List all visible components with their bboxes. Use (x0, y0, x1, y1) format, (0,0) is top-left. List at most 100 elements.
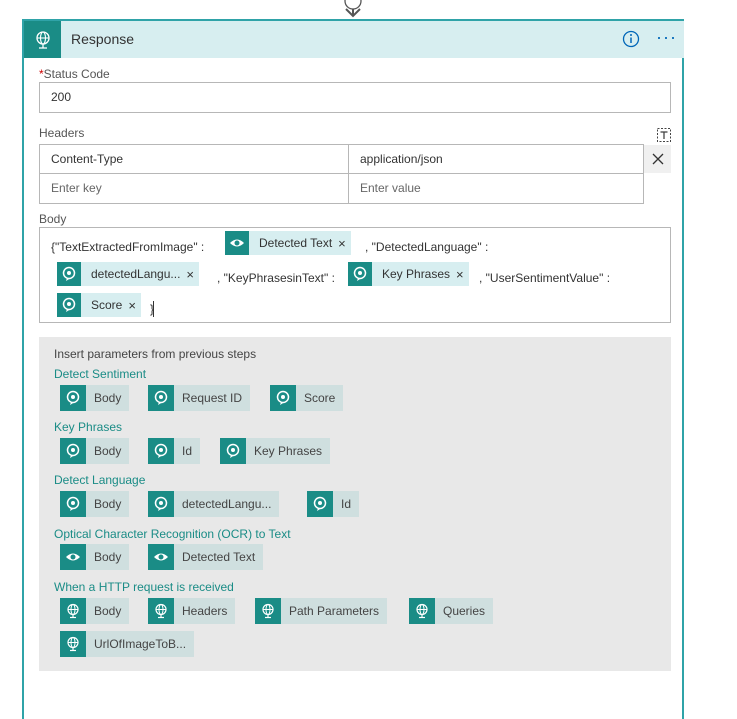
speech-analysis-icon (220, 438, 246, 464)
switch-to-text-mode-icon[interactable] (654, 125, 674, 145)
token-score[interactable]: Score × (57, 293, 141, 317)
speech-analysis-icon (60, 438, 86, 464)
chip-label: Queries (443, 604, 486, 618)
body-text-segment: , "KeyPhrasesinText" : (217, 271, 335, 285)
group-title-key-phrases: Key Phrases (54, 420, 123, 434)
body-label: Body (39, 212, 67, 226)
chip-label: Request ID (182, 391, 243, 405)
header-key-placeholder: Enter key (51, 181, 102, 195)
status-code-input[interactable]: 200 (39, 82, 671, 113)
globe-request-icon (409, 598, 435, 624)
ellipsis-icon[interactable]: ··· (656, 27, 677, 47)
group-title-ocr-to-text: Optical Character Recognition (OCR) to T… (54, 527, 291, 541)
token-label: Key Phrases (382, 267, 451, 281)
token-remove-close-icon[interactable]: × (186, 267, 199, 282)
token-key-phrases[interactable]: Key Phrases × (348, 262, 469, 286)
param-chip-body[interactable]: Body (60, 544, 130, 570)
param-chip-detected-language[interactable]: detectedLangu... (148, 491, 280, 517)
eye-icon (225, 231, 249, 255)
header-value-placeholder: Enter value (360, 181, 421, 195)
param-chip-path-parameters[interactable]: Path Parameters (255, 598, 388, 624)
param-chip-body[interactable]: Body (60, 598, 130, 624)
speech-analysis-icon (60, 491, 86, 517)
token-label: detectedLangu... (91, 267, 181, 281)
status-code-value: 200 (51, 90, 72, 104)
param-chip-id[interactable]: Id (307, 491, 360, 517)
speech-analysis-icon (60, 385, 86, 411)
param-chip-body[interactable]: Body (60, 385, 130, 411)
globe-request-icon (60, 598, 86, 624)
header-value-value: application/json (360, 152, 443, 166)
chip-label: detectedLangu... (182, 497, 272, 511)
chip-label: Detected Text (182, 550, 256, 564)
chip-label: Headers (182, 604, 228, 618)
speech-analysis-icon (307, 491, 333, 517)
panel-title: Insert parameters from previous steps (54, 347, 257, 361)
chip-label: Body (94, 604, 122, 618)
group-title-detect-language: Detect Language (54, 473, 146, 487)
param-chip-detected-text[interactable]: Detected Text (148, 544, 264, 570)
text-cursor (153, 301, 154, 317)
speech-analysis-icon (148, 438, 174, 464)
param-chip-score[interactable]: Score (270, 385, 344, 411)
speech-analysis-icon (148, 491, 174, 517)
speech-analysis-icon (348, 262, 372, 286)
speech-analysis-icon (148, 385, 174, 411)
header-key-input[interactable]: Content-Type (39, 144, 349, 174)
chip-label: Body (94, 391, 122, 405)
globe-request-icon (60, 631, 86, 657)
chip-label: Id (182, 444, 193, 458)
token-label: Score (91, 298, 123, 312)
connector-arrow-icon (344, 0, 362, 18)
status-code-label-text: Status Code (43, 67, 110, 81)
info-icon[interactable] (622, 30, 640, 48)
header-key-value: Content-Type (51, 152, 124, 166)
chip-label: Score (304, 391, 336, 405)
status-code-label: *Status Code (39, 67, 110, 81)
chip-label: Key Phrases (254, 444, 323, 458)
token-remove-close-icon[interactable]: × (338, 236, 351, 251)
headers-label: Headers (39, 126, 85, 140)
param-chip-url-of-image[interactable]: UrlOfImageToB... (60, 631, 195, 657)
eye-icon (148, 544, 174, 570)
globe-request-icon (148, 598, 174, 624)
param-chip-body[interactable]: Body (60, 438, 130, 464)
header-value-input[interactable]: application/json (348, 144, 644, 174)
chip-label: Body (94, 550, 122, 564)
token-detected-text[interactable]: Detected Text × (225, 231, 351, 255)
group-title-detect-sentiment: Detect Sentiment (54, 367, 147, 381)
token-remove-close-icon[interactable]: × (128, 298, 141, 313)
card-title: Response (71, 31, 135, 47)
header-new-key-input[interactable]: Enter key (39, 173, 349, 204)
token-remove-close-icon[interactable]: × (456, 267, 469, 282)
speech-analysis-icon (57, 262, 81, 286)
response-action-card: Response ··· *Status Code 200 Headers Co… (22, 19, 684, 719)
response-globe-icon (24, 21, 61, 58)
param-chip-headers[interactable]: Headers (148, 598, 236, 624)
param-chip-queries[interactable]: Queries (409, 598, 494, 624)
body-input[interactable]: {"TextExtractedFromImage" : Detected Tex… (39, 227, 671, 323)
token-label: Detected Text (259, 236, 333, 250)
card-header[interactable]: Response ··· (24, 21, 684, 58)
speech-analysis-icon (57, 293, 81, 317)
speech-analysis-icon (270, 385, 296, 411)
chip-label: Body (94, 497, 122, 511)
globe-request-icon (255, 598, 281, 624)
chip-label: Path Parameters (289, 604, 380, 618)
delete-header-close-icon[interactable] (644, 145, 671, 173)
param-chip-body[interactable]: Body (60, 491, 130, 517)
body-text-segment: , "UserSentimentValue" : (479, 271, 611, 285)
chip-label: Body (94, 444, 122, 458)
chip-label: Id (341, 497, 352, 511)
group-title-http-request: When a HTTP request is received (54, 580, 234, 594)
chip-label: UrlOfImageToB... (94, 637, 187, 651)
dynamic-content-panel: Insert parameters from previous steps De… (39, 337, 671, 671)
token-detected-language[interactable]: detectedLangu... × (57, 262, 200, 286)
param-chip-request-id[interactable]: Request ID (148, 385, 251, 411)
body-text-segment: {"TextExtractedFromImage" : (51, 240, 205, 254)
eye-icon (60, 544, 86, 570)
header-new-value-input[interactable]: Enter value (348, 173, 644, 204)
param-chip-key-phrases[interactable]: Key Phrases (220, 438, 331, 464)
body-text-segment: , "DetectedLanguage" : (365, 240, 489, 254)
param-chip-id[interactable]: Id (148, 438, 201, 464)
